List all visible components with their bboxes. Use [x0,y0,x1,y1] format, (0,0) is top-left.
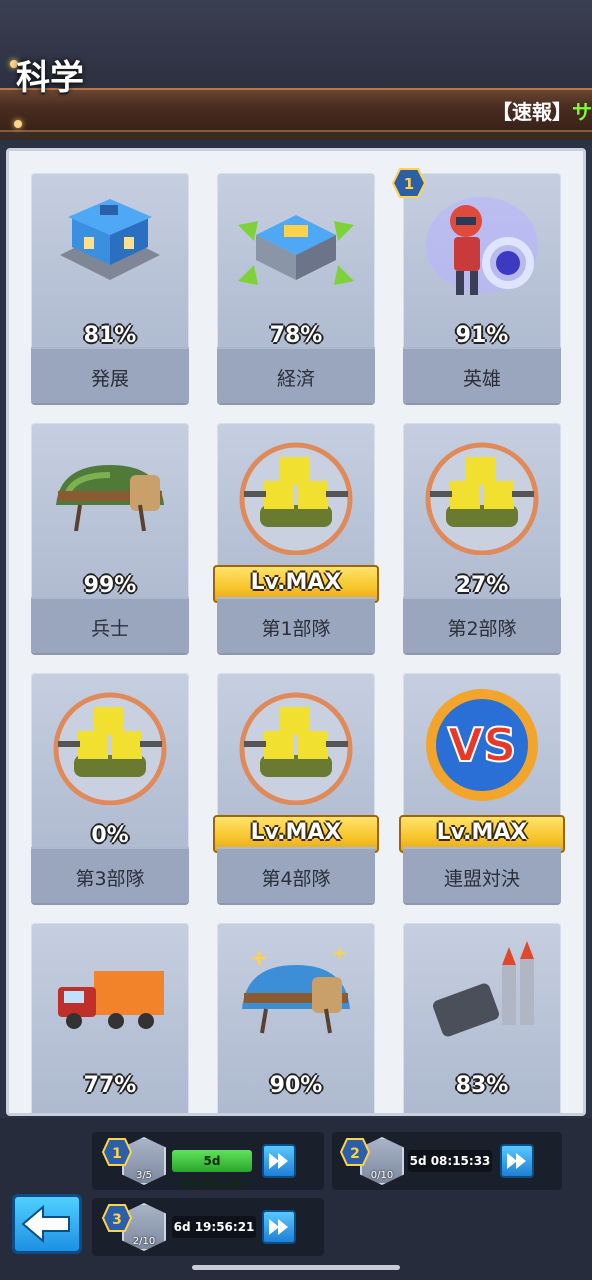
science-card-missile[interactable]: 83% [403,923,561,1113]
card-label: 第4部隊 [261,868,331,890]
page-title: 科学 [16,58,84,98]
ticker-prefix: 【速報】 [492,100,572,124]
sparkle-icon [14,120,22,128]
science-card-soldier[interactable]: 99% 兵士 [31,423,189,653]
card-progress: 77% [83,1073,137,1098]
card-label: 英雄 [462,368,501,390]
science-card-defense[interactable]: + + 90% [217,923,375,1113]
card-progress: 91% [455,323,509,348]
home-indicator [192,1265,400,1270]
card-progress: 81% [83,323,137,348]
yellow-tank-icon [53,692,167,805]
missile-icon [433,941,534,1037]
yellow-tank-icon [239,442,353,555]
yellow-tank-icon [425,442,539,555]
card-label: 第2部隊 [447,618,517,640]
svg-text:+: + [250,946,268,971]
expanding-building-icon [238,215,354,285]
queue-slot[interactable]: 3 2/10 6d 19:56:21 [92,1198,324,1256]
notification-badge: 1 [392,168,426,198]
card-progress: 90% [269,1073,323,1098]
card-progress: 99% [83,573,137,598]
science-card-hero[interactable]: 91% 英雄 [403,173,561,403]
vs-emblem-icon: VS [426,689,538,801]
speedup-button[interactable] [262,1210,296,1244]
card-label: 兵士 [90,618,129,640]
research-queue-bar: 1 3/5 5d 05:01:14 2 0/10 5d 08:15:33 3 2… [0,1118,592,1280]
card-label: 発展 [90,368,129,390]
research-timer: 6d 19:56:21 [172,1216,256,1238]
svg-text:2: 2 [350,1146,360,1162]
badge-count: 1 [404,175,414,193]
research-timer: 5d 08:15:33 [408,1150,492,1172]
queue-slot[interactable]: 2 0/10 5d 08:15:33 [332,1132,562,1190]
card-label: 第1部隊 [261,618,331,640]
card-label: 連盟対決 [443,868,520,890]
svg-text:VS: VS [448,718,517,772]
slot-count: 3/5 [135,1170,153,1181]
science-card-squad-4[interactable]: Lv.MAX 第4部隊 [213,673,379,903]
science-panel: 81% 発展 78% 経済 91% 英雄 99% 兵士 Lv.MAX 第1部隊 … [6,148,586,1116]
fast-forward-icon [269,1219,288,1235]
speedup-button[interactable] [500,1144,534,1178]
card-label: 経済 [276,368,315,390]
fast-forward-icon [507,1153,526,1169]
blue-house-icon [60,199,160,280]
science-card-squad-2[interactable]: 27% 第2部隊 [403,423,561,653]
science-card-squad-3[interactable]: 0% 第3部隊 [31,673,189,903]
science-card-economy[interactable]: 78% 経済 [217,173,375,403]
slot-number-badge: 3 [102,1204,132,1232]
green-helmet-icon [56,465,164,532]
science-card-squad-1[interactable]: Lv.MAX 第1部隊 [213,423,379,653]
yellow-tank-icon [239,692,353,805]
slot-number-badge: 2 [340,1138,370,1166]
card-label: 第3部隊 [75,868,145,890]
card-progress: 27% [455,573,509,598]
science-card-development[interactable]: 81% 発展 [31,173,189,403]
slot-number-badge: 1 [102,1138,132,1166]
slot-count: 0/10 [370,1170,394,1181]
queue-slot[interactable]: 1 3/5 5d 05:01:14 [92,1132,324,1190]
truck-icon [58,971,164,1029]
fast-forward-icon [269,1153,288,1169]
svg-text:+: + [332,943,347,964]
header: 科学 【速報】サ [0,0,592,140]
card-progress: 78% [269,323,323,348]
card-progress: 0% [91,823,129,848]
speedup-button[interactable] [262,1144,296,1178]
svg-text:3: 3 [112,1212,122,1228]
research-timer: 5d 05:01:14 [172,1150,252,1190]
svg-text:1: 1 [112,1146,122,1162]
card-progress: 83% [455,1073,509,1098]
back-button[interactable] [12,1194,82,1254]
ticker-accent: サ [572,100,592,124]
blue-helmet-icon: + + [242,943,350,1034]
science-grid: 81% 発展 78% 経済 91% 英雄 99% 兵士 Lv.MAX 第1部隊 … [9,151,583,1113]
science-card-alliance-duel[interactable]: VS Lv.MAX 連盟対決 [399,673,565,903]
news-ticker[interactable]: 【速報】サ [492,96,592,125]
slot-count: 2/10 [132,1236,156,1247]
science-card-transport[interactable]: 77% [31,923,189,1113]
back-arrow-icon [21,1204,70,1244]
hero-astronaut-icon [426,197,538,295]
